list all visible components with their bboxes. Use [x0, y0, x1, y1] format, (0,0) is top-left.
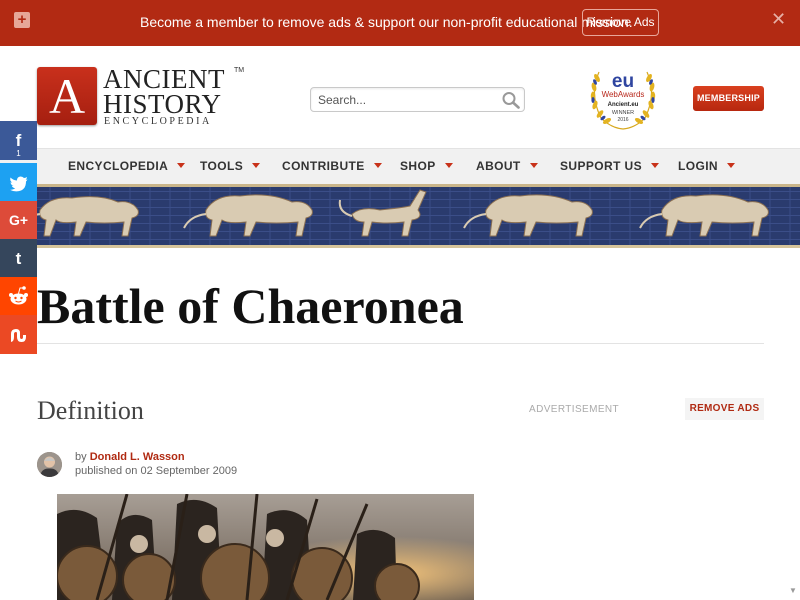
- chevron-down-icon: [373, 163, 382, 169]
- remove-ads-button[interactable]: Remove Ads: [582, 9, 659, 36]
- stumbleupon-share-button[interactable]: [0, 315, 37, 354]
- published-date: 02 September 2009: [140, 465, 238, 477]
- reddit-icon: [9, 286, 28, 305]
- expand-icon[interactable]: +: [14, 12, 30, 28]
- main-nav: ENCYCLOPEDIA TOOLS CONTRIBUTE SHOP ABOUT…: [0, 148, 800, 184]
- byline-prefix: by: [75, 451, 87, 463]
- nav-item-contribute[interactable]: CONTRIBUTE: [282, 149, 382, 185]
- title-divider: [37, 343, 764, 344]
- nav-item-login[interactable]: LOGIN: [678, 149, 735, 185]
- stumbleupon-icon: [11, 329, 26, 342]
- article-image[interactable]: [57, 494, 474, 600]
- scroll-down-arrow-icon[interactable]: ▼: [789, 586, 799, 596]
- laurel-wreath-icon: eu WebAwards Ancient.eu WINNER 2016: [590, 71, 656, 130]
- award-webawards-text: WebAwards: [602, 90, 645, 99]
- published-prefix: published on: [75, 465, 138, 477]
- twitter-icon: [9, 176, 28, 192]
- remove-ads-link[interactable]: REMOVE ADS: [685, 398, 764, 420]
- facebook-share-button[interactable]: f 1: [0, 121, 37, 160]
- nav-item-label: ENCYCLOPEDIA: [68, 159, 169, 173]
- publish-info: published on 02 September 2009: [75, 465, 237, 477]
- banner-animals-image: [0, 184, 800, 248]
- membership-ad-bar: + Become a member to remove ads & suppor…: [0, 0, 800, 46]
- battle-scene-image: [57, 494, 474, 600]
- chevron-down-icon: [252, 163, 261, 169]
- section-label: Definition: [37, 396, 144, 425]
- eu-webawards-badge[interactable]: eu WebAwards Ancient.eu WINNER 2016: [583, 62, 663, 132]
- nav-item-label: SHOP: [400, 159, 436, 173]
- ad-bar-message: Become a member to remove ads & support …: [140, 14, 633, 30]
- page-title: Battle of Chaeronea: [37, 278, 464, 334]
- search-box: [310, 87, 525, 112]
- nav-item-encyclopedia[interactable]: ENCYCLOPEDIA: [68, 149, 186, 185]
- award-winner-text: WINNER: [612, 110, 634, 116]
- close-icon[interactable]: ✕: [771, 9, 786, 30]
- page: + Become a member to remove ads & suppor…: [0, 0, 800, 600]
- ishtar-gate-banner: [0, 184, 800, 248]
- nav-item-label: TOOLS: [200, 159, 244, 173]
- chevron-down-icon: [529, 163, 538, 169]
- nav-item-shop[interactable]: SHOP: [400, 149, 453, 185]
- advertisement-label: ADVERTISEMENT: [529, 404, 620, 415]
- googleplus-icon: G+: [8, 212, 29, 228]
- reddit-share-button[interactable]: [0, 277, 37, 316]
- award-site-text: Ancient.eu: [608, 102, 639, 108]
- author-photo: [37, 452, 62, 477]
- googleplus-share-button[interactable]: G+: [0, 201, 37, 240]
- search-input[interactable]: [318, 91, 498, 109]
- tumblr-icon: t: [15, 249, 22, 268]
- award-year-text: 2016: [617, 117, 628, 123]
- twitter-share-button[interactable]: [0, 163, 37, 202]
- chevron-down-icon: [177, 163, 186, 169]
- facebook-share-count: 1: [16, 149, 21, 158]
- tumblr-share-button[interactable]: t: [0, 239, 37, 278]
- author-avatar[interactable]: [37, 452, 62, 477]
- nav-item-label: LOGIN: [678, 159, 718, 173]
- author-link[interactable]: Donald L. Wasson: [90, 451, 185, 463]
- chevron-down-icon: [727, 163, 735, 169]
- nav-item-label: ABOUT: [476, 159, 521, 173]
- nav-item-about[interactable]: ABOUT: [476, 149, 538, 185]
- nav-item-label: CONTRIBUTE: [282, 159, 365, 173]
- award-eu-text: eu: [612, 71, 634, 92]
- chevron-down-icon: [651, 163, 660, 169]
- nav-item-label: SUPPORT US: [560, 159, 643, 173]
- logo-trademark: TM: [234, 67, 245, 74]
- membership-button[interactable]: MEMBERSHIP: [693, 86, 764, 111]
- byline: by Donald L. Wasson: [75, 451, 185, 463]
- logo-mark[interactable]: A: [37, 67, 97, 125]
- logo-text-history[interactable]: HISTORY: [103, 91, 222, 118]
- logo-text-encyclopedia[interactable]: ENCYCLOPEDIA: [104, 116, 212, 127]
- chevron-down-icon: [444, 163, 453, 169]
- nav-item-tools[interactable]: TOOLS: [200, 149, 261, 185]
- nav-item-support-us[interactable]: SUPPORT US: [560, 149, 660, 185]
- logo-letter: A: [48, 68, 86, 124]
- search-icon[interactable]: [501, 91, 521, 109]
